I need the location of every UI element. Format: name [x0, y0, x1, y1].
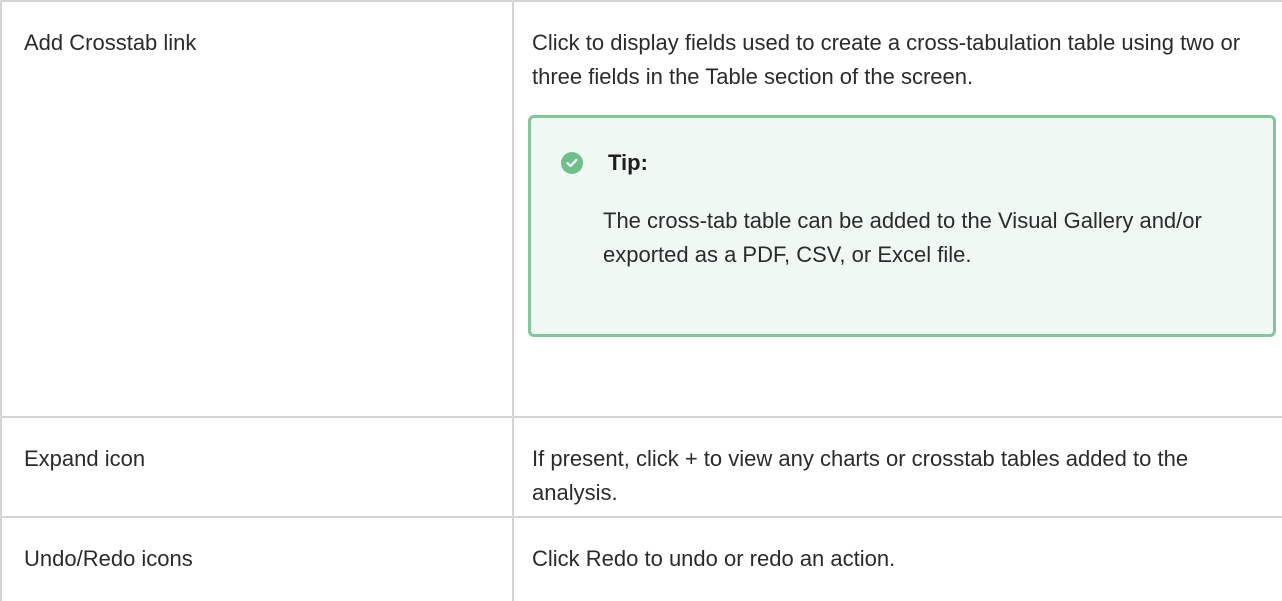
- term-label: Expand icon: [24, 446, 146, 471]
- table-row: Expand icon If present, click + to view …: [0, 416, 1282, 518]
- term-label: Undo/Redo icons: [24, 546, 193, 571]
- term-cell: Expand icon: [0, 416, 514, 518]
- tip-title: Tip:: [608, 150, 648, 175]
- description-cell: Click to display fields used to create a…: [512, 0, 1282, 418]
- check-circle-icon: [561, 152, 583, 174]
- term-cell: Undo/Redo icons: [0, 516, 514, 601]
- description-text: Click to display fields used to create a…: [532, 30, 1241, 89]
- term-cell: Add Crosstab link: [0, 0, 514, 418]
- tip-body: The cross-tab table can be added to the …: [603, 208, 1202, 267]
- description-text: If present, click + to view any charts o…: [532, 446, 1189, 505]
- tip-header: Tip:: [561, 146, 648, 180]
- definition-table: Add Crosstab link Click to display field…: [0, 0, 1282, 601]
- table-row: Add Crosstab link Click to display field…: [0, 0, 1282, 418]
- tip-callout: Tip: The cross-tab table can be added to…: [528, 115, 1276, 337]
- description-cell: Click Redo to undo or redo an action.: [512, 516, 1282, 601]
- description-text: Click Redo to undo or redo an action.: [532, 546, 896, 571]
- table-row: Undo/Redo icons Click Redo to undo or re…: [0, 516, 1282, 601]
- term-label: Add Crosstab link: [24, 30, 197, 55]
- description-cell: If present, click + to view any charts o…: [512, 416, 1282, 518]
